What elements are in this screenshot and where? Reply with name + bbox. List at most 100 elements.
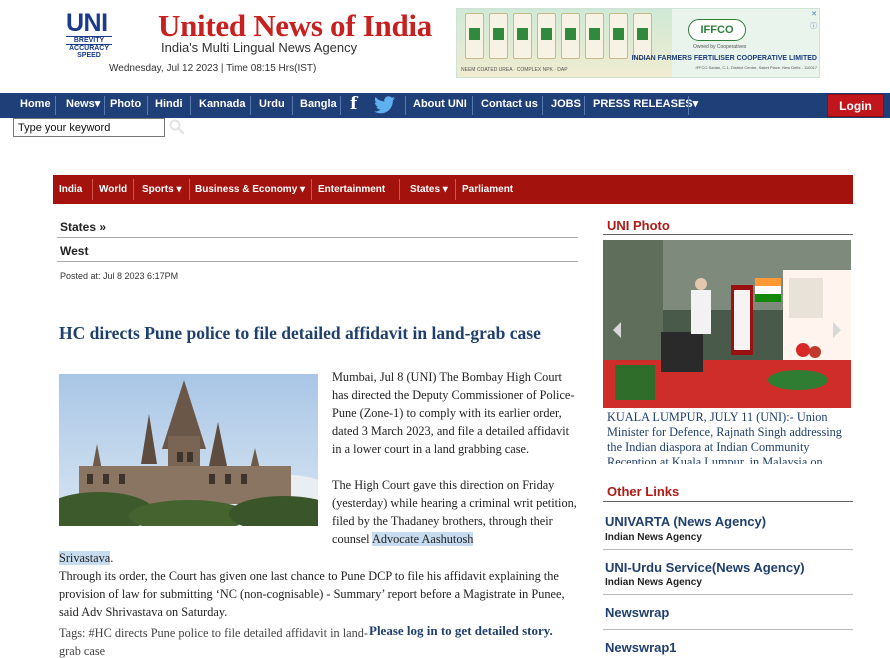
secnav-entertainment[interactable]: Entertainment — [318, 175, 385, 204]
nav-bangla[interactable]: Bangla — [300, 93, 337, 118]
logo-tag-speed: SPEED — [77, 52, 101, 59]
product-bag-icon — [561, 13, 580, 59]
link-uni-urdu[interactable]: UNI-Urdu Service(News Agency) — [605, 560, 805, 575]
article-category: West — [60, 244, 89, 258]
nav-divider — [405, 96, 406, 115]
uni-logo[interactable]: UNI BREVITY ACCURACY SPEED — [66, 10, 112, 59]
divider — [603, 549, 853, 550]
nav-divider — [542, 96, 543, 115]
paragraph-2-end-text: . — [110, 551, 114, 565]
logo-tag-accuracy: ACCURACY — [68, 45, 110, 52]
nav-divider — [92, 179, 93, 200]
nav-divider — [250, 96, 251, 115]
uni-photo-image[interactable] — [603, 240, 851, 408]
login-button[interactable]: Login — [827, 94, 884, 117]
search-icon[interactable] — [168, 118, 186, 136]
nav-contact-us[interactable]: Contact us — [481, 93, 538, 118]
nav-divider — [472, 96, 473, 115]
nav-press-releases[interactable]: PRESS RELEASES▾ — [593, 93, 698, 118]
divider — [603, 234, 853, 235]
chevron-down-icon: ▾ — [94, 98, 101, 110]
search-input[interactable] — [13, 118, 165, 137]
link-univarta[interactable]: UNIVARTA (News Agency) — [605, 514, 766, 529]
top-navigation: Home News▾ Photo Hindi Kannada Urdu Bang… — [0, 93, 890, 118]
link-newswrap[interactable]: Newswrap — [605, 605, 669, 620]
nav-photo[interactable]: Photo — [110, 93, 141, 118]
secnav-sports-label: Sports — [142, 184, 174, 195]
secnav-business-label: Business & Economy — [195, 184, 298, 195]
highlighted-text: Advocate Aashutosh — [371, 532, 474, 546]
nav-hindi[interactable]: Hindi — [155, 93, 183, 118]
breadcrumb[interactable]: States » — [60, 220, 106, 234]
nav-urdu[interactable]: Urdu — [259, 93, 285, 118]
nav-divider — [104, 96, 105, 115]
facebook-icon[interactable]: f — [350, 93, 357, 118]
chevron-down-icon: ▾ — [442, 184, 448, 195]
link-univarta-subtitle: Indian News Agency — [605, 532, 702, 543]
nav-divider — [311, 179, 312, 200]
nav-divider — [688, 96, 689, 115]
nav-kannada[interactable]: Kannada — [199, 93, 245, 118]
nav-divider — [55, 96, 56, 115]
nav-about-uni[interactable]: About UNI — [413, 93, 467, 118]
site-title[interactable]: United News of India — [158, 8, 432, 44]
link-uni-urdu-subtitle: Indian News Agency — [605, 577, 702, 588]
ad-info-icon[interactable]: ⓘ — [810, 21, 817, 31]
secnav-states[interactable]: States ▾ — [410, 175, 448, 204]
link-newswrap1[interactable]: Newswrap1 — [605, 640, 677, 655]
product-bag-icon — [609, 13, 628, 59]
divider — [57, 261, 578, 262]
uni-photo-caption[interactable]: KUALA LUMPUR, JULY 11 (UNI):- Union Mini… — [607, 410, 853, 464]
article-headline: HC directs Pune police to file detailed … — [59, 323, 541, 343]
article-paragraph-1: Mumbai, Jul 8 (UNI) The Bombay High Cour… — [332, 370, 575, 456]
article-photo — [59, 374, 318, 526]
product-bag-icon — [465, 13, 484, 59]
section-navigation: India World Sports ▾ Business & Economy … — [53, 175, 853, 204]
highlighted-text: Srivastava — [59, 551, 111, 565]
bombay-high-court-image — [59, 374, 318, 526]
logo-tag-brevity: BREVITY — [66, 36, 112, 45]
other-links-heading: Other Links — [607, 484, 680, 499]
nav-divider — [399, 179, 400, 200]
ad-banner[interactable]: NEEM COATED UREA · COMPLEX NPK · DAP IFF… — [456, 8, 820, 78]
product-bag-icon — [489, 13, 508, 59]
divider — [603, 594, 853, 595]
nav-jobs[interactable]: JOBS — [551, 93, 581, 118]
chevron-down-icon: ▾ — [692, 98, 699, 110]
chevron-down-icon: ▾ — [300, 184, 306, 195]
login-prompt-link[interactable]: Please log in to get detailed story. — [369, 623, 553, 639]
divider — [603, 501, 853, 502]
minister-speech-image — [603, 240, 851, 408]
product-bag-icon — [633, 13, 652, 59]
twitter-bird-svg — [374, 96, 395, 114]
article-paragraph-2: The High Court gave this direction on Fr… — [332, 476, 578, 548]
nav-home[interactable]: Home — [20, 93, 51, 118]
product-bag-icon — [513, 13, 532, 59]
article-tags[interactable]: Tags: #HC directs Pune police to file de… — [59, 624, 369, 658]
secnav-sports[interactable]: Sports ▾ — [142, 175, 181, 204]
dateline: Wednesday, Jul 12 2023 | Time 08:15 Hrs(… — [109, 63, 317, 74]
nav-divider — [147, 96, 148, 115]
iffco-address: IFFCO Sadan, C-1, District Centre, Saket… — [695, 65, 817, 70]
secnav-world[interactable]: World — [99, 175, 127, 204]
nav-press-releases-label: PRESS RELEASES — [593, 98, 693, 110]
article-paragraph-3: Through its order, the Court has given o… — [59, 569, 565, 619]
iffco-company-name: INDIAN FARMERS FERTILISER COOPERATIVE LI… — [631, 55, 817, 62]
nav-divider — [133, 179, 134, 200]
product-bag-icon — [537, 13, 556, 59]
ad-product-note: NEEM COATED UREA · COMPLEX NPK · DAP — [461, 67, 568, 73]
uni-photo-heading: UNI Photo — [607, 218, 670, 233]
secnav-parliament[interactable]: Parliament — [462, 175, 513, 204]
divider — [57, 237, 578, 238]
ad-close-icon[interactable]: ✕ — [811, 10, 817, 18]
nav-news[interactable]: News▾ — [66, 93, 100, 118]
divider — [603, 629, 853, 630]
article-paragraph-2-end: Srivastava. — [59, 549, 578, 567]
posted-timestamp: Posted at: Jul 8 2023 6:17PM — [60, 271, 179, 281]
uni-logo-text: UNI — [66, 9, 108, 37]
secnav-states-label: States — [410, 184, 441, 195]
secnav-india[interactable]: India — [59, 175, 82, 204]
nav-divider — [292, 96, 293, 115]
twitter-icon[interactable] — [374, 96, 395, 116]
secnav-business[interactable]: Business & Economy ▾ — [195, 175, 305, 204]
